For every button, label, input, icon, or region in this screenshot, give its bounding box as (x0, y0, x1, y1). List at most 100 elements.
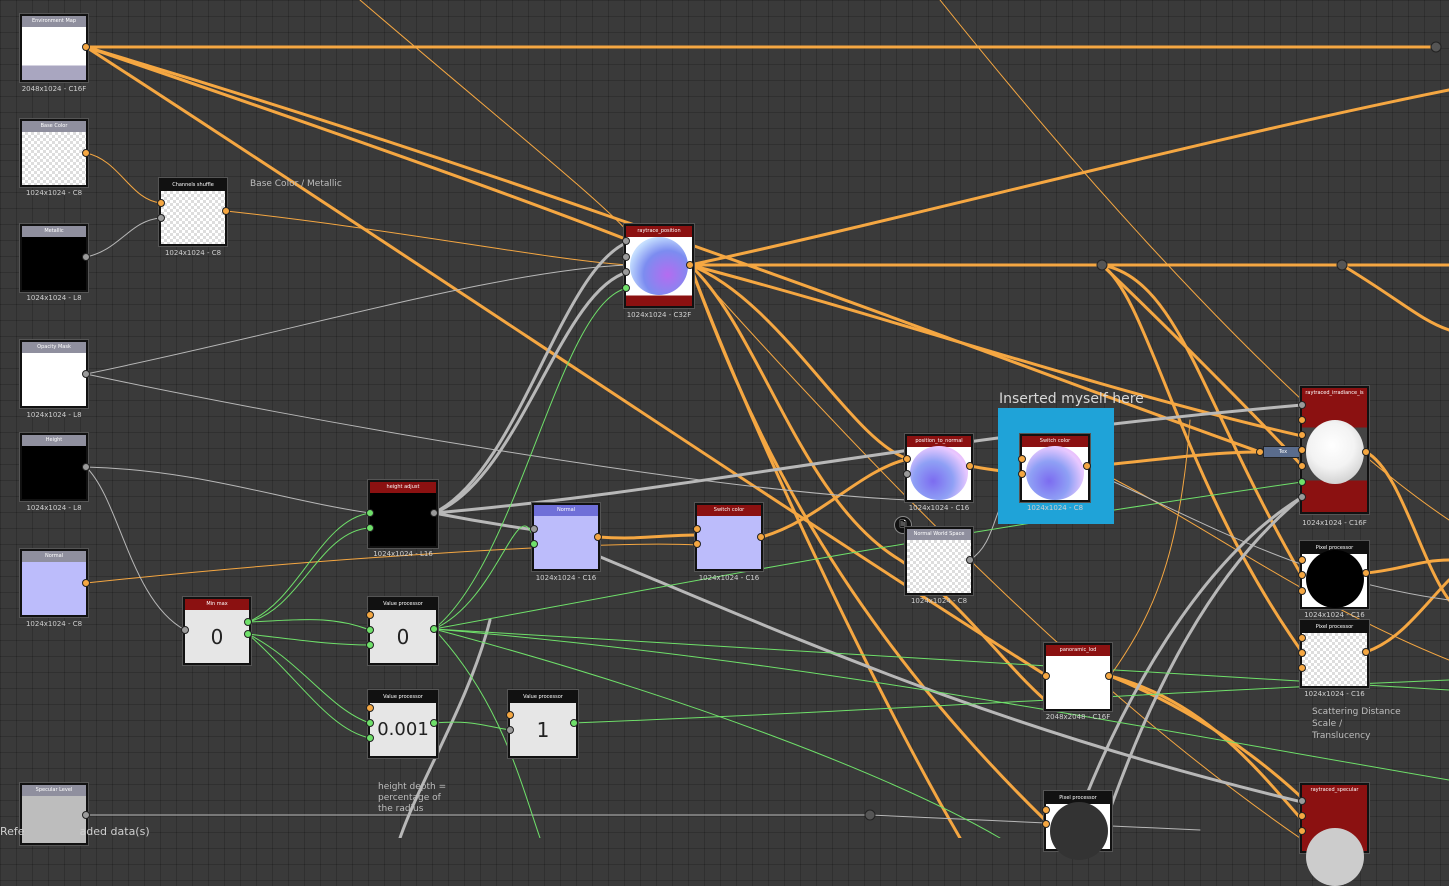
node-environment-map[interactable]: Environment Map (20, 14, 88, 82)
node-thumbnail (22, 132, 86, 185)
input-port[interactable] (903, 470, 911, 478)
input-port[interactable] (1042, 806, 1050, 814)
input-port[interactable] (1042, 820, 1050, 828)
input-port[interactable] (366, 704, 374, 712)
node-title: Normal World Space (907, 529, 971, 540)
output-port[interactable] (686, 261, 694, 269)
output-port[interactable] (82, 811, 90, 819)
output-port[interactable] (244, 630, 252, 638)
node-base-color[interactable]: Base Color (20, 119, 88, 187)
node-title: Opacity Mask (22, 342, 86, 353)
node-thumbnail (370, 493, 436, 546)
node-min-max[interactable]: Min max 0 (183, 597, 251, 665)
comment-height-depth: height depth = percentage of the radius (378, 782, 447, 814)
node-normal-input[interactable]: Normal (20, 549, 88, 617)
input-port[interactable] (157, 199, 165, 207)
input-port[interactable] (1298, 664, 1306, 672)
input-port[interactable] (1298, 797, 1306, 805)
output-port[interactable] (244, 618, 252, 626)
node-pixel-processor[interactable]: Pixel processor (1300, 620, 1369, 688)
output-port[interactable] (82, 253, 90, 261)
output-port[interactable] (966, 556, 974, 564)
input-port[interactable] (157, 214, 165, 222)
input-port[interactable] (1298, 431, 1306, 439)
input-port[interactable] (366, 734, 374, 742)
node-height-adjust[interactable]: height adjust (368, 480, 438, 548)
input-port[interactable] (1298, 462, 1306, 470)
node-switch-color[interactable]: Switch color (695, 503, 763, 571)
node-preview-sphere (1050, 802, 1108, 860)
output-port[interactable] (1083, 462, 1091, 470)
node-channels-shuffle[interactable]: Channels shuffle (159, 178, 227, 246)
input-port[interactable] (506, 726, 514, 734)
input-port[interactable] (530, 525, 538, 533)
input-port[interactable] (366, 641, 374, 649)
input-port[interactable] (903, 455, 911, 463)
node-title: Pixel processor (1302, 622, 1367, 633)
output-port[interactable] (966, 462, 974, 470)
input-port[interactable] (1298, 649, 1306, 657)
input-port[interactable] (1298, 827, 1306, 835)
input-port[interactable] (622, 284, 630, 292)
reroute-dot (1096, 259, 1108, 271)
output-port[interactable] (757, 533, 765, 541)
input-port[interactable] (366, 509, 374, 517)
node-normal-world-space[interactable]: Normal World Space (905, 527, 973, 595)
output-port[interactable] (82, 370, 90, 378)
input-port[interactable] (1298, 556, 1306, 564)
node-caption: 1024x1024 - L8 (26, 411, 82, 419)
node-normal[interactable]: Normal (532, 503, 600, 571)
output-port[interactable] (82, 579, 90, 587)
node-height[interactable]: Height (20, 433, 88, 501)
output-port[interactable] (430, 625, 438, 633)
input-port[interactable] (1298, 571, 1306, 579)
input-port[interactable] (1042, 672, 1050, 680)
input-port[interactable] (693, 540, 701, 548)
node-opacity-mask[interactable]: Opacity Mask (20, 340, 88, 408)
output-port[interactable] (1362, 648, 1370, 656)
wire-raytrace-up (688, 88, 1449, 267)
input-port[interactable] (622, 253, 630, 261)
input-port[interactable] (1298, 446, 1306, 454)
input-port[interactable] (530, 540, 538, 548)
output-port[interactable] (1362, 569, 1370, 577)
input-port[interactable] (1018, 455, 1026, 463)
input-port[interactable] (1298, 587, 1306, 595)
output-port[interactable] (570, 719, 578, 727)
input-port[interactable] (1298, 416, 1306, 424)
input-port[interactable] (693, 525, 701, 533)
node-value-processor[interactable]: Value processor 0 (368, 597, 438, 665)
input-port[interactable] (1298, 493, 1306, 501)
input-port[interactable] (181, 626, 189, 634)
node-caption: 2048x1024 - C16F (21, 85, 87, 93)
input-port[interactable] (366, 719, 374, 727)
output-port[interactable] (82, 463, 90, 471)
input-port[interactable] (506, 711, 514, 719)
output-port[interactable] (594, 533, 602, 541)
node-thumbnail (22, 562, 86, 615)
node-caption: 1024x1024 - C16 (535, 574, 597, 582)
node-panoramic-lod[interactable]: panoramic_lod (1044, 643, 1112, 711)
output-port[interactable] (430, 509, 438, 517)
input-port[interactable] (622, 268, 630, 276)
output-port[interactable] (82, 149, 90, 157)
output-port[interactable] (1362, 448, 1370, 456)
input-port[interactable] (366, 524, 374, 532)
output-port[interactable] (82, 43, 90, 51)
node-caption: 1024x1024 - C8 (25, 189, 83, 197)
input-port[interactable] (1298, 812, 1306, 820)
output-port[interactable] (222, 207, 230, 215)
input-port[interactable] (1298, 401, 1306, 409)
node-value-processor[interactable]: Value processor 0.001 (368, 690, 438, 758)
input-port[interactable] (1018, 470, 1026, 478)
output-port[interactable] (1105, 672, 1113, 680)
output-port[interactable] (430, 719, 438, 727)
input-port[interactable] (1298, 478, 1306, 486)
node-title: Value processor (370, 599, 436, 610)
node-value-processor[interactable]: Value processor 1 (508, 690, 578, 758)
input-port[interactable] (1298, 634, 1306, 642)
input-port[interactable] (366, 626, 374, 634)
input-port[interactable] (622, 237, 630, 245)
input-port[interactable] (366, 611, 374, 619)
node-metallic[interactable]: Metallic (20, 224, 88, 292)
